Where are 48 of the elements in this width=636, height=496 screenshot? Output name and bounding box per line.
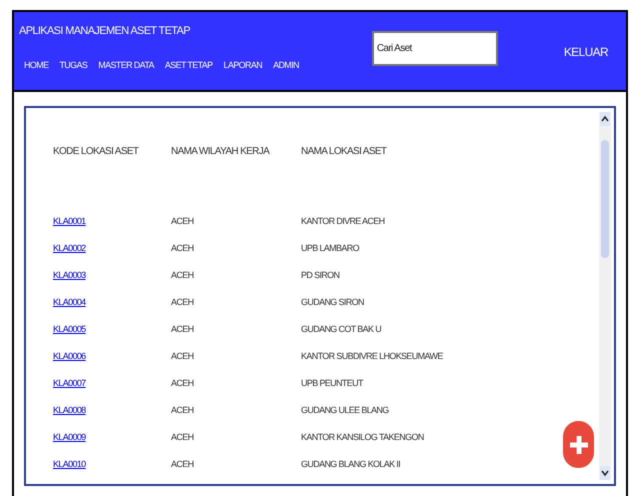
add-button[interactable]: [563, 421, 594, 468]
table-cell-text: GUDANG SIRON: [301, 296, 365, 309]
logout-link[interactable]: KELUAR: [564, 43, 608, 61]
nav-link[interactable]: LAPORAN: [224, 58, 262, 72]
scroll-up-icon[interactable]: [600, 112, 610, 126]
table-cell-text: GUDANG BLANG KOLAK II: [301, 458, 402, 471]
search-field[interactable]: Cari Aset: [372, 31, 498, 66]
location-code-link[interactable]: KLA0006: [53, 350, 86, 361]
scrollbar[interactable]: [599, 112, 611, 480]
table-cell-text: GUDANG COT BAK U: [301, 322, 382, 336]
scroll-down-icon[interactable]: [600, 466, 610, 480]
location-code-link[interactable]: KLA0009: [53, 432, 86, 442]
location-code-link[interactable]: KLA0010: [53, 458, 86, 469]
nav-link[interactable]: ADMIN: [273, 58, 299, 72]
location-code-link[interactable]: KLA0001: [53, 216, 86, 226]
location-code-link[interactable]: KLA0004: [53, 296, 86, 307]
app-title: APLIKASI MANAJEMEN ASET TETAP: [19, 24, 190, 39]
table-cell-text: UPB PEUNTEUT: [301, 376, 364, 390]
column-header: NAMA WILAYAH KERJA: [171, 145, 271, 159]
table-cell-text: ACEH: [171, 214, 194, 228]
nav-link[interactable]: MASTER DATA: [98, 58, 154, 72]
table-cell-text: PD SIRON: [301, 268, 340, 282]
table-cell-text: KANTOR KANSILOG TAKENGON: [301, 430, 425, 444]
location-code-link[interactable]: KLA0003: [53, 270, 86, 280]
table-cell-text: ACEH: [171, 268, 194, 282]
table-cell-text: ACEH: [171, 322, 194, 336]
location-code-link[interactable]: KLA0007: [53, 378, 86, 388]
location-code-link[interactable]: KLA0002: [53, 242, 86, 253]
plus-icon: [568, 434, 588, 454]
table-cell-text: KANTOR SUBDIVRE LHOKSEUMAWE: [301, 350, 444, 363]
scroll-thumb[interactable]: [601, 140, 609, 258]
column-header: NAMA LOKASI ASET: [301, 145, 388, 159]
table-cell-text: ACEH: [171, 404, 194, 417]
column-header: KODE LOKASI ASET: [53, 145, 140, 159]
nav-link[interactable]: HOME: [24, 58, 48, 72]
table-cell-text: ACEH: [171, 376, 194, 390]
table-cell-text: GUDANG ULEE BLANG: [301, 404, 390, 417]
nav-link[interactable]: ASET TETAP: [164, 58, 213, 72]
table-cell-text: UPB LAMBARO: [301, 242, 360, 255]
table-cell-text: ACEH: [171, 430, 194, 444]
table-cell-text: ACEH: [171, 242, 194, 255]
table-cell-text: KANTOR DIVRE ACEH: [301, 214, 386, 228]
nav-link[interactable]: TUGAS: [59, 58, 88, 72]
table-cell-text: ACEH: [171, 350, 194, 363]
table-cell-text: ACEH: [171, 458, 194, 471]
table-cell-text: ACEH: [171, 296, 194, 309]
location-code-link[interactable]: KLA0005: [53, 324, 86, 334]
location-code-link[interactable]: KLA0008: [53, 404, 86, 415]
